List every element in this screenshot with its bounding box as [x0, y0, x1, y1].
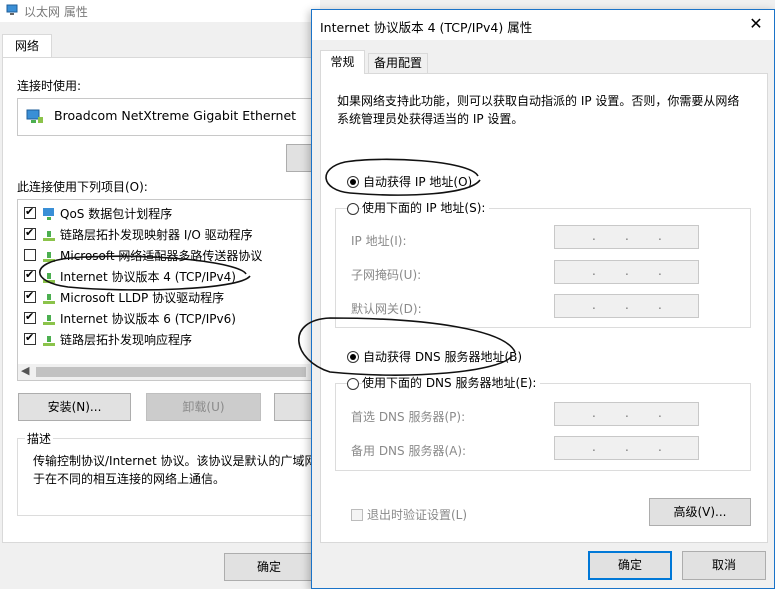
ip-dot: . — [592, 406, 596, 420]
ip-dot: . — [658, 229, 662, 243]
connect-using-label: 连接时使用: — [17, 79, 82, 93]
scrollbar-thumb[interactable] — [36, 367, 306, 377]
ip-dot: . — [592, 298, 596, 312]
ip-dot: . — [625, 406, 629, 420]
protocol-icon — [43, 315, 55, 325]
ip-dot: . — [625, 298, 629, 312]
validate-on-exit-label: 退出时验证设置(L) — [367, 508, 468, 522]
item-checkbox[interactable] — [24, 289, 36, 303]
subnet-mask-input: ... — [554, 260, 699, 284]
description-text: 传输控制协议/Internet 协议。该协议是默认的广域网 于在不同的相互连接的… — [33, 452, 318, 488]
protocol-icon — [43, 231, 55, 241]
auto-dns-radio[interactable] — [347, 351, 359, 363]
item-label: 链路层拓扑发现响应程序 — [60, 333, 193, 347]
adapter-display: Broadcom NetXtreme Gigabit Ethernet — [17, 98, 312, 136]
alternate-dns-label: 备用 DNS 服务器(A): — [351, 444, 467, 458]
ip-dot: . — [625, 440, 629, 454]
ip-dot: . — [658, 440, 662, 454]
default-gateway-label: 默认网关(D): — [351, 302, 422, 316]
validate-on-exit-checkbox[interactable] — [351, 509, 363, 521]
list-horizontal-scrollbar[interactable]: ◀ — [18, 364, 316, 380]
item-checkbox[interactable] — [24, 205, 36, 219]
item-label: QoS 数据包计划程序 — [60, 207, 173, 221]
ip-dot: . — [625, 229, 629, 243]
properties-button[interactable] — [274, 393, 314, 421]
tab-general[interactable]: 常规 — [320, 50, 365, 74]
ip-address-label: IP 地址(I): — [351, 234, 407, 248]
qos-scheduler-icon — [43, 208, 54, 220]
manual-ip-radio[interactable] — [347, 203, 359, 215]
ethernet-window-titlebar[interactable]: 以太网 属性 — [0, 0, 320, 22]
install-button[interactable]: 安装(N)... — [18, 393, 131, 421]
ipv4-cancel-button[interactable]: 取消 — [682, 551, 766, 580]
tab-alternate-configuration[interactable]: 备用配置 — [368, 53, 428, 73]
item-checkbox[interactable] — [24, 249, 36, 261]
protocol-icon — [43, 252, 55, 262]
manual-dns-radio[interactable] — [347, 378, 359, 390]
protocol-icon — [43, 273, 55, 283]
advanced-button[interactable]: 高级(V)... — [649, 498, 751, 526]
ipv4-window-title: Internet 协议版本 4 (TCP/IPv4) 属性 — [320, 20, 533, 35]
item-label: Internet 协议版本 4 (TCP/IPv4) — [60, 270, 236, 284]
preferred-dns-label: 首选 DNS 服务器(P): — [351, 410, 466, 424]
tab-network-label: 网络 — [14, 39, 39, 53]
ethernet-window-title: 以太网 属性 — [24, 5, 88, 19]
item-label: Internet 协议版本 6 (TCP/IPv6) — [60, 312, 236, 326]
ip-dot: . — [658, 406, 662, 420]
ipv4-properties-window: Internet 协议版本 4 (TCP/IPv4) 属性 ✕ 常规 备用配置 … — [311, 9, 775, 589]
ip-dot: . — [625, 264, 629, 278]
tab-network[interactable]: 网络 — [2, 34, 52, 58]
description-line-1: 传输控制协议/Internet 协议。该协议是默认的广域网 — [33, 454, 317, 468]
subnet-mask-label: 子网掩码(U): — [351, 268, 422, 282]
item-label: 链路层拓扑发现映射器 I/O 驱动程序 — [60, 228, 253, 242]
item-checkbox[interactable] — [24, 310, 36, 324]
auto-ip-radio[interactable] — [347, 176, 359, 188]
ip-dot: . — [658, 298, 662, 312]
ip-dot: . — [592, 264, 596, 278]
ethernet-properties-window: 以太网 属性 网络 连接时使用: Broadcom NetXtreme Giga… — [0, 0, 322, 589]
chevron-left-icon[interactable]: ◀ — [21, 364, 29, 377]
auto-ip-label[interactable]: 自动获得 IP 地址(O) — [363, 173, 472, 190]
general-tab-panel: 如果网络支持此功能，则可以获取自动指派的 IP 设置。否则，你需要从网络系统管理… — [320, 73, 768, 543]
manual-ip-label[interactable]: 使用下面的 IP 地址(S): — [362, 199, 490, 216]
ipv4-window-titlebar[interactable]: Internet 协议版本 4 (TCP/IPv4) 属性 ✕ — [312, 10, 774, 40]
ethernet-adapter-icon — [26, 109, 43, 123]
ip-address-input: ... — [554, 225, 699, 249]
ip-dot: . — [658, 264, 662, 278]
items-list-label: 此连接使用下列项目(O): — [17, 180, 148, 194]
auto-dns-label[interactable]: 自动获得 DNS 服务器地址(B) — [363, 348, 522, 365]
adapter-name: Broadcom NetXtreme Gigabit Ethernet — [54, 108, 297, 123]
network-adapter-icon — [6, 4, 18, 15]
preferred-dns-input: ... — [554, 402, 699, 426]
close-icon[interactable]: ✕ — [746, 14, 766, 34]
ip-dot: . — [592, 440, 596, 454]
description-line-2: 于在不同的相互连接的网络上通信。 — [33, 472, 226, 486]
uninstall-button[interactable]: 卸载(U) — [146, 393, 261, 421]
alternate-dns-input: ... — [554, 436, 699, 460]
protocol-icon — [43, 294, 55, 304]
ipv4-ok-button[interactable]: 确定 — [588, 551, 672, 580]
description-legend: 描述 — [25, 430, 54, 447]
item-checkbox[interactable] — [24, 226, 36, 240]
item-checkbox[interactable] — [24, 331, 36, 345]
intro-text: 如果网络支持此功能，则可以获取自动指派的 IP 设置。否则，你需要从网络系统管理… — [337, 94, 740, 126]
default-gateway-input: ... — [554, 294, 699, 318]
item-label: Microsoft LLDP 协议驱动程序 — [60, 291, 225, 305]
ip-dot: . — [592, 229, 596, 243]
manual-dns-label[interactable]: 使用下面的 DNS 服务器地址(E): — [362, 374, 541, 391]
ethernet-ok-button[interactable]: 确定 — [224, 553, 314, 581]
protocol-icon — [43, 336, 55, 346]
tab-general-label: 常规 — [330, 55, 355, 69]
connection-items-list[interactable]: QoS 数据包计划程序 链路层拓扑发现映射器 I/O 驱动程序 Microsof… — [17, 199, 317, 381]
tab-alternate-label: 备用配置 — [373, 56, 422, 70]
item-checkbox[interactable] — [24, 268, 36, 282]
item-label: Microsoft 网络适配器多路传送器协议 — [60, 249, 263, 263]
